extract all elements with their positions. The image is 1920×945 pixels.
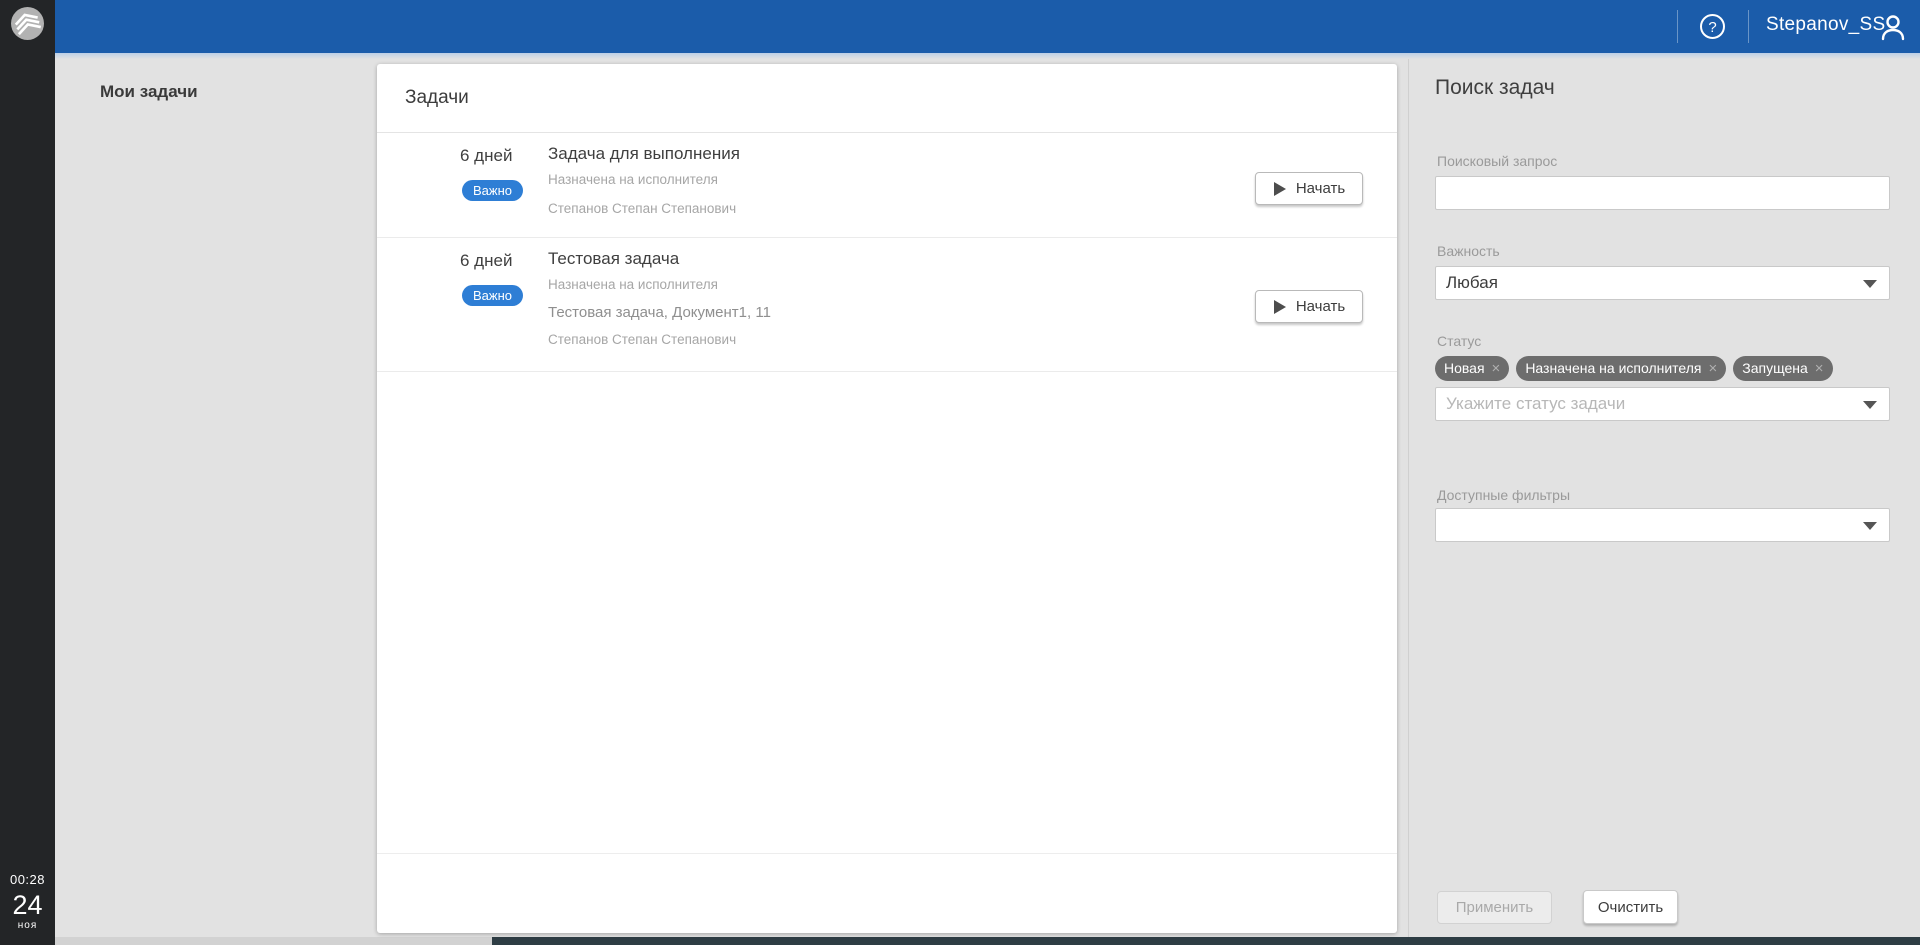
rail-clock: 00:28 24 ноя xyxy=(0,872,55,931)
task-status: Назначена на исполнителя xyxy=(548,277,718,292)
search-panel-title: Поиск задач xyxy=(1435,76,1555,100)
filters-label: Доступные фильтры xyxy=(1437,487,1570,503)
importance-select[interactable]: Любая xyxy=(1435,266,1890,300)
chip-remove-icon[interactable]: × xyxy=(1709,356,1718,381)
top-bar-shadow xyxy=(55,53,1920,59)
apply-button[interactable]: Применить xyxy=(1437,891,1552,924)
chevron-down-icon[interactable] xyxy=(1863,401,1877,409)
user-icon[interactable] xyxy=(1880,13,1906,41)
status-chips: Новая × Назначена на исполнителя × Запущ… xyxy=(1435,356,1895,381)
task-list-title: Задачи xyxy=(405,87,469,109)
task-deadline: 6 дней xyxy=(460,251,512,271)
app-logo-icon[interactable] xyxy=(10,6,45,41)
task-row[interactable]: 6 дней Важно Задача для выполнения Назна… xyxy=(377,133,1397,238)
task-title[interactable]: Тестовая задача xyxy=(548,249,679,269)
play-icon xyxy=(1273,300,1286,314)
start-task-button[interactable]: Начать xyxy=(1255,290,1363,323)
task-author: Степанов Степан Степанович xyxy=(548,201,736,216)
search-query-input[interactable] xyxy=(1435,176,1890,210)
svg-text:?: ? xyxy=(1708,19,1716,36)
chip-remove-icon[interactable]: × xyxy=(1492,356,1501,381)
start-button-label: Начать xyxy=(1296,298,1345,315)
task-author: Степанов Степан Степанович xyxy=(548,332,736,347)
status-chip[interactable]: Новая × xyxy=(1435,356,1509,381)
filters-select[interactable] xyxy=(1435,508,1890,542)
status-chip-label: Запущена xyxy=(1742,356,1808,381)
clock-day: 24 xyxy=(0,891,55,919)
importance-badge: Важно xyxy=(462,285,523,306)
topbar-divider xyxy=(1677,10,1678,43)
task-status: Назначена на исполнителя xyxy=(548,172,718,187)
task-list-card: Задачи 6 дней Важно Задача для выполнени… xyxy=(377,64,1397,933)
status-label: Статус xyxy=(1437,333,1481,349)
horizontal-scrollbar-thumb[interactable] xyxy=(55,937,492,945)
task-list-header: Задачи xyxy=(377,64,1397,133)
task-row[interactable]: 6 дней Важно Тестовая задача Назначена н… xyxy=(377,238,1397,372)
task-title[interactable]: Задача для выполнения xyxy=(548,144,740,164)
start-task-button[interactable]: Начать xyxy=(1255,172,1363,205)
status-chip-label: Назначена на исполнителя xyxy=(1525,356,1701,381)
status-select-input[interactable] xyxy=(1435,387,1890,421)
clock-month: ноя xyxy=(0,920,55,931)
importance-badge: Важно xyxy=(462,180,523,201)
app-rail: 00:28 24 ноя xyxy=(0,0,55,945)
query-label: Поисковый запрос xyxy=(1437,153,1557,169)
current-user-button[interactable]: Stepanov_SS xyxy=(1766,14,1886,36)
start-button-label: Начать xyxy=(1296,180,1345,197)
clock-time: 00:28 xyxy=(0,872,55,887)
chevron-down-icon[interactable] xyxy=(1863,522,1877,530)
clear-button[interactable]: Очистить xyxy=(1583,890,1678,924)
task-deadline: 6 дней xyxy=(460,146,512,166)
status-chip[interactable]: Назначена на исполнителя × xyxy=(1516,356,1726,381)
top-bar xyxy=(55,0,1920,53)
status-chip-label: Новая xyxy=(1444,356,1485,381)
sidebar-item-my-tasks[interactable]: Мои задачи xyxy=(100,82,198,102)
panel-divider xyxy=(1408,59,1409,937)
importance-label: Важность xyxy=(1437,243,1500,259)
status-chip[interactable]: Запущена × xyxy=(1733,356,1832,381)
chevron-down-icon[interactable] xyxy=(1863,280,1877,288)
list-footer-divider xyxy=(377,853,1397,854)
task-attachments[interactable]: Тестовая задача, Документ1, 11 xyxy=(548,304,771,321)
topbar-divider xyxy=(1748,10,1749,43)
help-icon[interactable]: ? xyxy=(1699,13,1726,40)
chip-remove-icon[interactable]: × xyxy=(1815,356,1824,381)
play-icon xyxy=(1273,182,1286,196)
